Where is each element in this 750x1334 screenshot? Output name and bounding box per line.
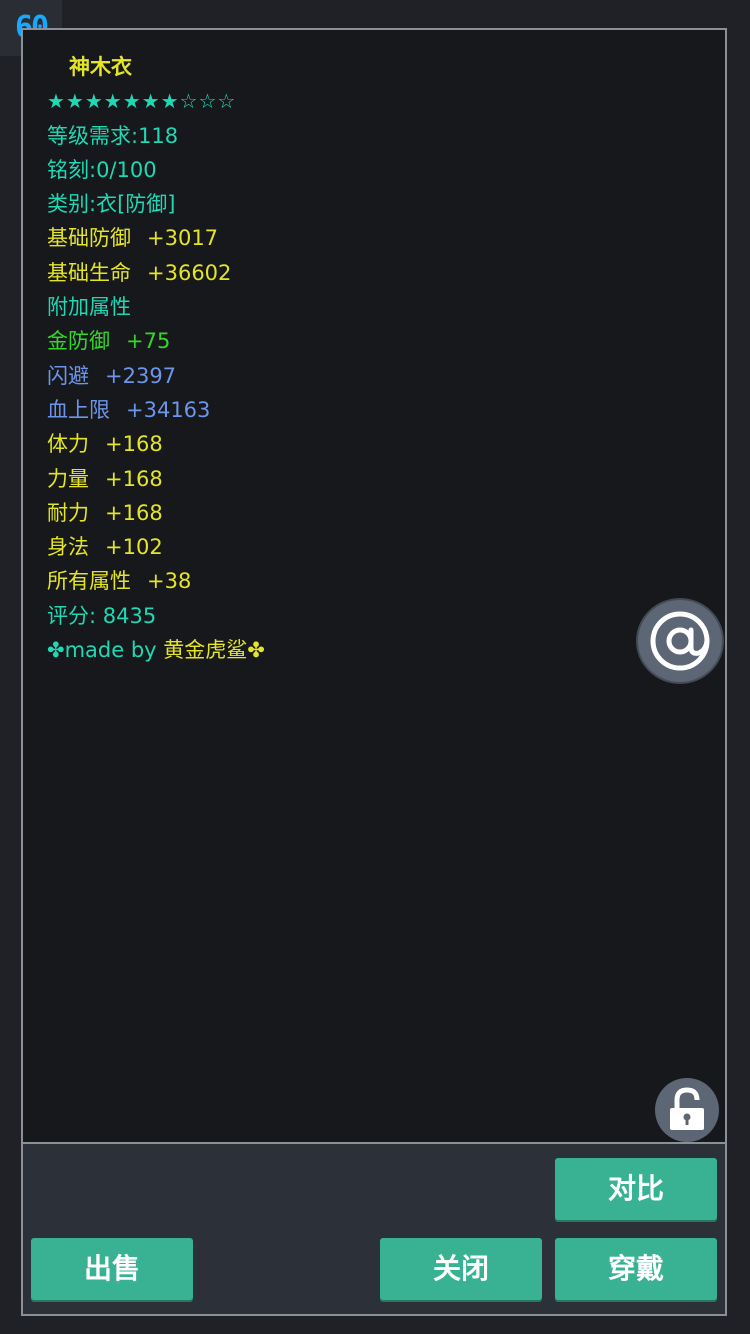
stat-label: 所有属性: [47, 569, 131, 594]
sell-button[interactable]: 出售: [31, 1238, 193, 1300]
stat-label: 耐力: [47, 500, 89, 525]
base-health: 基础生命 +36602: [47, 256, 705, 290]
stat-value: +102: [105, 535, 163, 560]
item-category: 类别:衣[防御]: [47, 192, 176, 217]
stat-label: 血上限: [47, 397, 110, 422]
made-by: ✤made by 黄金虎鲨✤: [47, 633, 705, 667]
stat-value: +34163: [126, 397, 211, 422]
star-rating: ★★★★★★★☆☆☆: [47, 89, 237, 114]
stat-value: +3017: [147, 226, 219, 251]
base-defense: 基础防御 +3017: [47, 221, 705, 255]
lock-toggle-button[interactable]: [655, 1078, 719, 1142]
extra-stat: 体力 +168: [47, 427, 705, 461]
stat-value: +168: [105, 432, 163, 457]
stat-label: 体力: [47, 432, 89, 457]
at-float-button[interactable]: [636, 598, 724, 684]
score: 评分: 8435: [47, 603, 157, 628]
stat-label: 基础防御: [47, 226, 131, 251]
inscription: 铭刻:0/100: [47, 157, 157, 182]
equip-button[interactable]: 穿戴: [555, 1238, 717, 1300]
compare-button[interactable]: 对比: [555, 1158, 717, 1220]
at-sign-icon: [650, 611, 710, 671]
extra-attributes-header: 附加属性: [47, 295, 131, 320]
close-button[interactable]: 关闭: [380, 1238, 542, 1300]
stat-value: +168: [105, 500, 163, 525]
stat-label: 金防御: [47, 329, 110, 354]
level-requirement: 等级需求:118: [47, 123, 179, 148]
item-name: 神木衣: [69, 55, 132, 79]
extra-stat: 身法 +102: [47, 530, 705, 564]
unlock-icon: [670, 1087, 704, 1130]
stat-label: 闪避: [47, 363, 89, 388]
extra-stat: 力量 +168: [47, 462, 705, 496]
item-info: 神木衣 ★★★★★★★☆☆☆ 等级需求:118 铭刻:0/100 类别:衣[防御…: [47, 50, 705, 667]
stat-value: +168: [105, 466, 163, 491]
stat-value: +38: [147, 569, 192, 594]
extra-stat: 所有属性 +38: [47, 564, 705, 598]
item-detail-panel: 神木衣 ★★★★★★★☆☆☆ 等级需求:118 铭刻:0/100 类别:衣[防御…: [21, 28, 727, 1316]
stat-value: +2397: [105, 363, 177, 388]
stat-label: 力量: [47, 466, 89, 491]
made-by-prefix: ✤made by: [47, 638, 164, 663]
extra-stat: 耐力 +168: [47, 496, 705, 530]
extra-stats-list: 金防御 +75 闪避 +2397 血上限 +34163 体力 +168 力量 +168 耐…: [47, 324, 705, 598]
stat-label: 身法: [47, 535, 89, 560]
extra-stat: 血上限 +34163: [47, 393, 705, 427]
stat-value: +36602: [147, 260, 232, 285]
author-name: 黄金虎鲨✤: [163, 638, 265, 663]
action-bar: 对比 出售 关闭 穿戴: [23, 1142, 725, 1314]
stat-label: 基础生命: [47, 260, 131, 285]
stat-value: +75: [126, 329, 171, 354]
extra-stat: 闪避 +2397: [47, 359, 705, 393]
extra-stat: 金防御 +75: [47, 324, 705, 358]
